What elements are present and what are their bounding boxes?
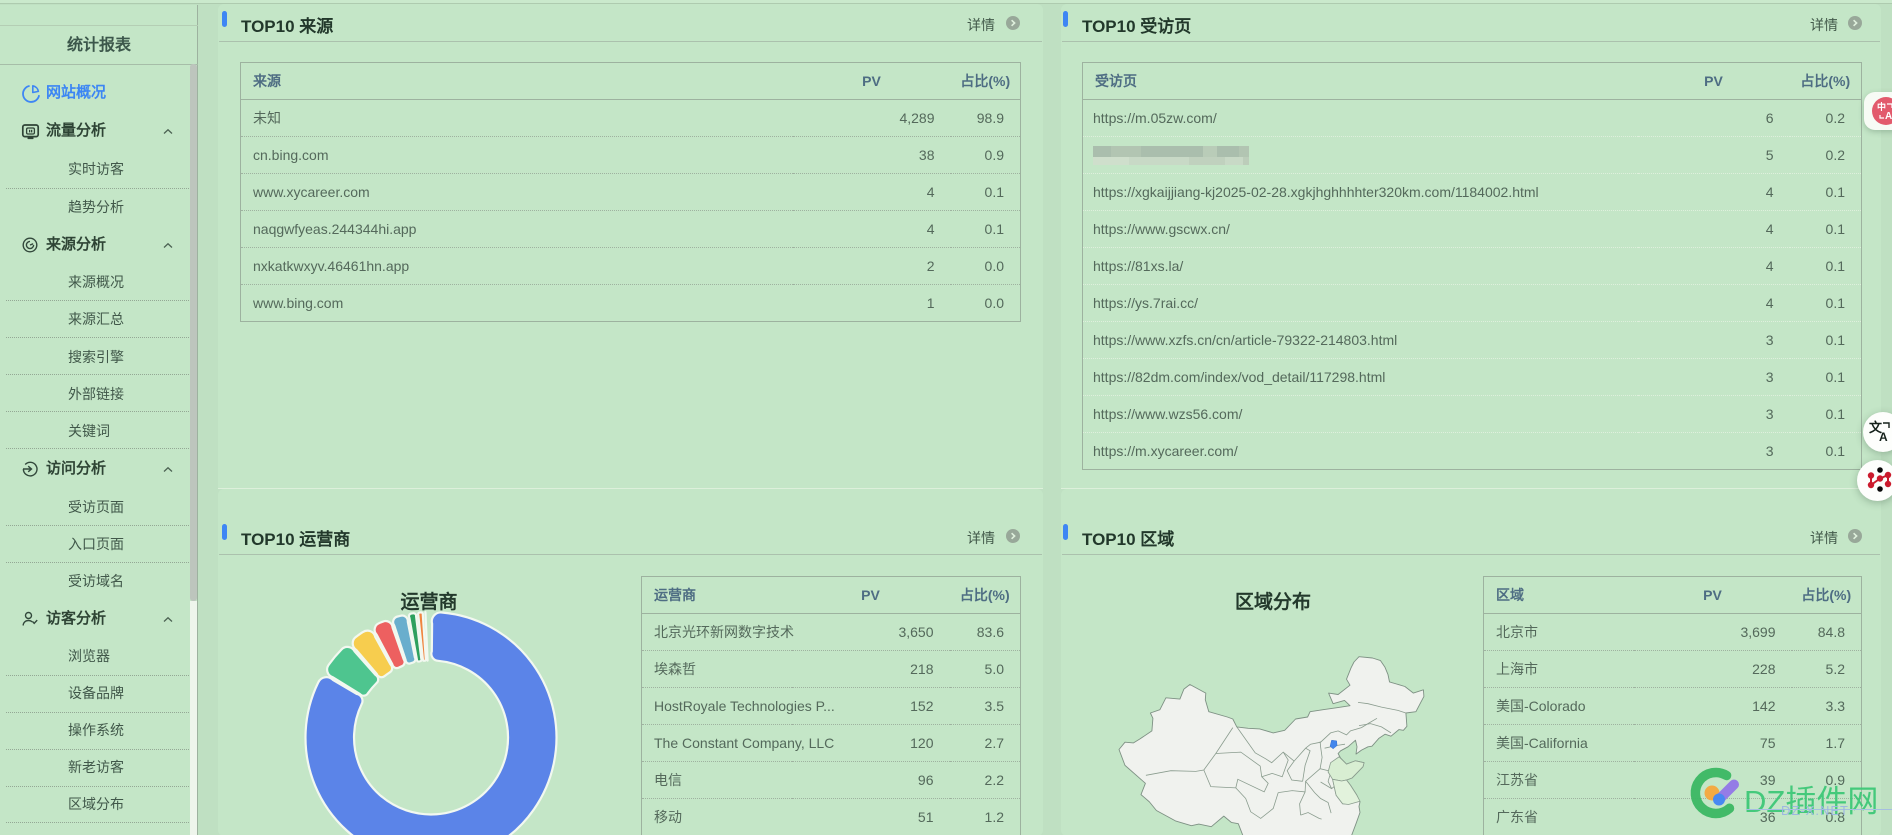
svg-text:A: A	[1879, 430, 1888, 444]
svg-text:A: A	[1885, 111, 1892, 122]
